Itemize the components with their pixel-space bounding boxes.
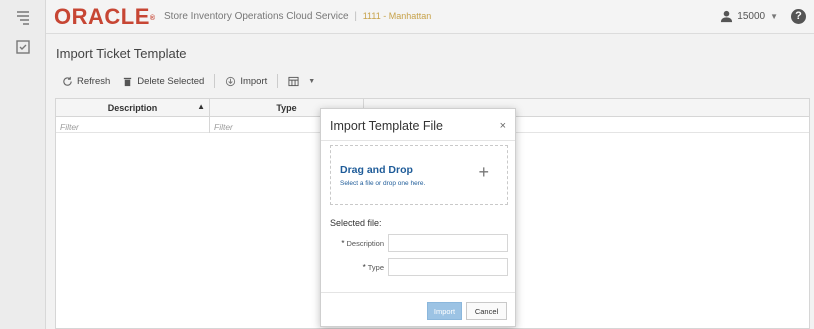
chevron-down-icon: ▼ (308, 77, 316, 85)
view-columns-button[interactable]: ▼ (282, 72, 321, 90)
import-button[interactable]: Import (219, 72, 273, 90)
type-row: * Type (330, 258, 508, 276)
dropzone-subtitle[interactable]: Select a file or drop one here. (340, 180, 425, 187)
dialog-footer-divider (321, 292, 515, 293)
user-label: 15000 (737, 11, 766, 22)
description-label: * Description (341, 238, 384, 248)
sort-ascending-icon: ▲ (197, 102, 205, 111)
import-icon (226, 76, 236, 86)
delete-selected-label: Delete Selected (137, 75, 205, 87)
column-header-description[interactable]: Description ▲ (56, 99, 210, 117)
user-menu[interactable]: 15000 ▼ (720, 10, 778, 23)
help-icon[interactable]: ? (791, 9, 806, 24)
description-row: * Description (330, 234, 508, 252)
file-dropzone[interactable]: Drag and Drop Select a file or drop one … (330, 145, 508, 205)
import-template-dialog: Import Template File × Drag and Drop Sel… (320, 108, 516, 327)
filter-cell-description (56, 117, 210, 135)
oracle-logo: ORACLE® (54, 4, 156, 29)
import-label: Import (240, 75, 268, 87)
product-title: Store Inventory Operations Cloud Service… (164, 11, 431, 22)
description-field[interactable] (388, 234, 508, 252)
checkbox-icon[interactable] (14, 38, 32, 56)
type-label: * Type (362, 262, 384, 272)
product-name: Store Inventory Operations Cloud Service (164, 11, 349, 22)
import-submit-button[interactable]: Import (427, 302, 462, 320)
delete-selected-button[interactable]: Delete Selected (116, 72, 210, 90)
columns-icon (288, 76, 299, 86)
chevron-down-icon: ▼ (770, 12, 778, 21)
page-title: Import Ticket Template (56, 46, 187, 61)
refresh-button[interactable]: Refresh (56, 72, 116, 90)
dropzone-title: Drag and Drop (340, 164, 413, 176)
app-header: ORACLE® Store Inventory Operations Cloud… (46, 0, 814, 34)
description-filter-input[interactable] (56, 119, 209, 135)
refresh-label: Refresh (77, 75, 111, 87)
cancel-button[interactable]: Cancel (466, 302, 507, 320)
store-label[interactable]: 1111 - Manhattan (363, 11, 432, 21)
app-window: ORACLE® Store Inventory Operations Cloud… (0, 0, 814, 329)
user-icon (721, 10, 733, 23)
refresh-icon (63, 76, 72, 86)
toolbar: Refresh Delete Selected Import ▼ (56, 71, 321, 91)
selected-file-label: Selected file: (330, 218, 382, 228)
toolbar-divider (214, 74, 216, 88)
header-separator: | (354, 11, 357, 22)
close-icon[interactable]: × (500, 120, 506, 132)
left-rail (0, 0, 46, 329)
dialog-title: Import Template File (330, 119, 444, 133)
type-field[interactable] (388, 258, 508, 276)
dialog-header-divider (321, 140, 515, 141)
required-mark: * (362, 262, 366, 272)
task-list-icon[interactable] (14, 8, 32, 26)
required-mark: * (341, 238, 345, 248)
add-file-icon[interactable]: + (478, 163, 489, 181)
trash-icon (124, 77, 132, 86)
toolbar-divider (277, 74, 279, 88)
